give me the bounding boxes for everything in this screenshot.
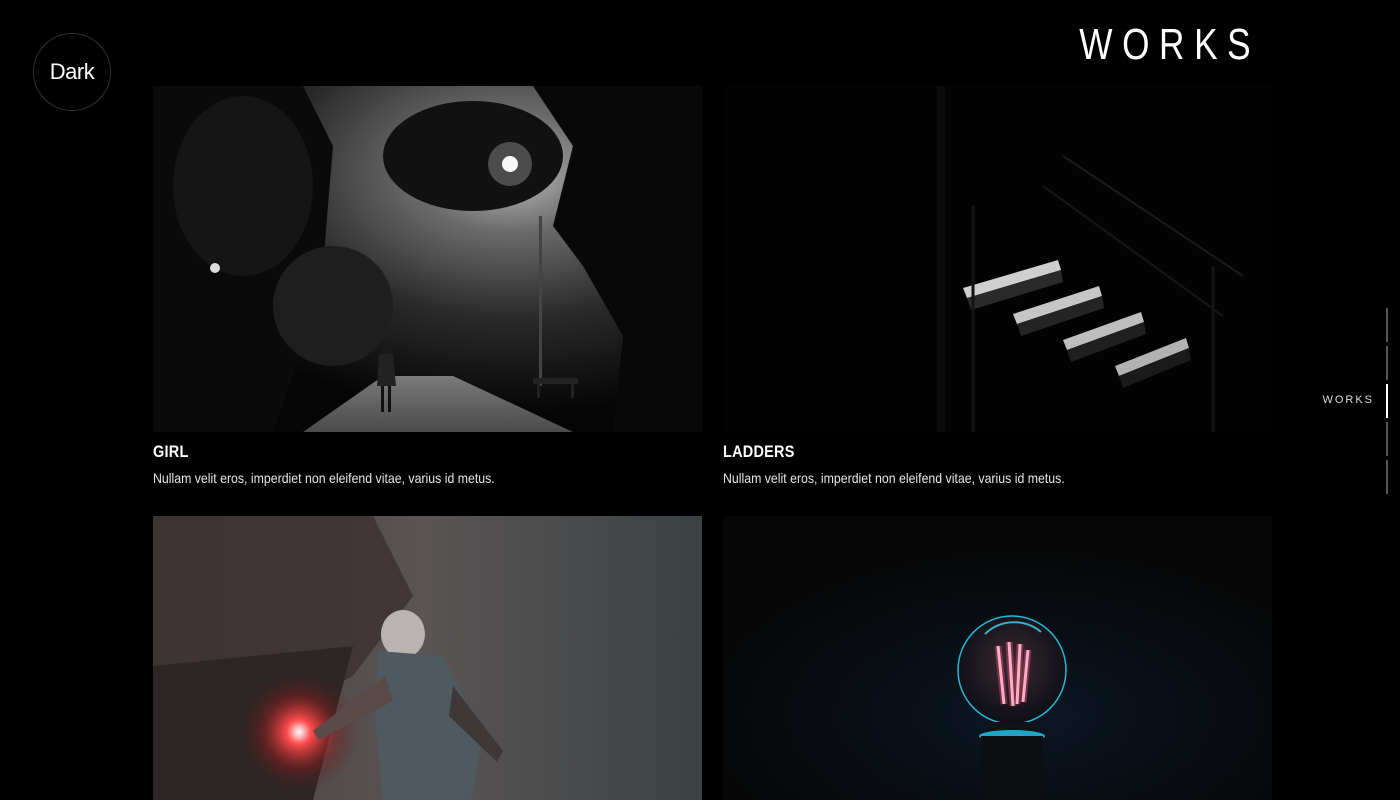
work-image-bulb[interactable] [723, 516, 1272, 800]
work-description: Nullam velit eros, imperdiet non eleifen… [153, 470, 495, 486]
work-description: Nullam velit eros, imperdiet non eleifen… [723, 470, 1065, 486]
page: Dark WORKS GIRL Nullam velit eros, imper… [0, 0, 1400, 800]
side-nav: WORKS [1308, 308, 1388, 498]
logo-button[interactable]: Dark [33, 33, 111, 111]
section-title: WORKS [1079, 20, 1260, 69]
nav-tick-2[interactable] [1386, 346, 1388, 380]
work-image-flare[interactable] [153, 516, 702, 800]
nav-active-label: WORKS [1322, 394, 1374, 406]
nav-tick-5[interactable] [1386, 460, 1388, 494]
work-title[interactable]: LADDERS [723, 442, 1190, 462]
nav-tick-4[interactable] [1386, 422, 1388, 456]
work-card-ladders: LADDERS Nullam velit eros, imperdiet non… [723, 86, 1272, 486]
nav-tick-1[interactable] [1386, 308, 1388, 342]
work-title[interactable]: GIRL [153, 442, 620, 462]
logo-label: Dark [49, 59, 95, 84]
work-card-bulb [723, 516, 1272, 800]
work-card-flare [153, 516, 702, 800]
work-image-ladders[interactable] [723, 86, 1272, 432]
nav-tick-works[interactable] [1386, 384, 1388, 418]
work-card-girl: GIRL Nullam velit eros, imperdiet non el… [153, 86, 702, 486]
work-image-girl[interactable] [153, 86, 702, 432]
